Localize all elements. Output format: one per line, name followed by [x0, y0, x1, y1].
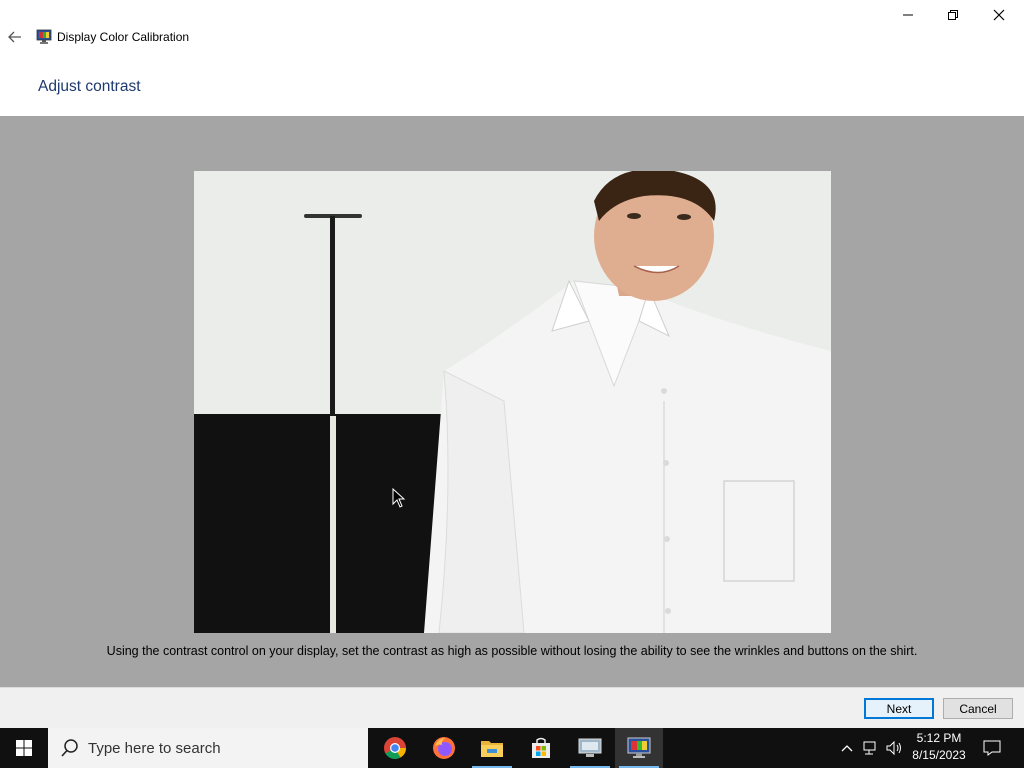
taskbar-search-box[interactable]: Type here to search — [48, 728, 368, 768]
search-placeholder: Type here to search — [88, 739, 221, 757]
volume-icon — [886, 740, 901, 756]
minimize-icon — [903, 14, 913, 16]
remote-desktop-icon — [578, 738, 602, 757]
taskbar-file-explorer[interactable] — [468, 728, 516, 768]
back-button[interactable] — [4, 26, 26, 48]
clock-date: 8/15/2023 — [912, 748, 966, 762]
page-heading: Adjust contrast — [38, 78, 141, 95]
taskbar-clock[interactable]: 5:12 PM 8/15/2023 — [908, 730, 970, 766]
notification-icon — [983, 740, 1001, 756]
taskbar-store[interactable] — [517, 728, 565, 768]
action-center-button[interactable] — [976, 728, 1008, 768]
windows-logo-icon — [16, 740, 32, 756]
taskbar-remote-desktop[interactable] — [566, 728, 614, 768]
taskbar-display-calibration[interactable] — [615, 728, 663, 768]
network-tray-button[interactable] — [860, 728, 882, 768]
instruction-text: Using the contrast control on your displ… — [106, 644, 918, 658]
network-icon — [863, 741, 876, 755]
next-button[interactable]: Next — [864, 698, 934, 719]
minimize-button[interactable] — [885, 0, 931, 30]
display-calibration-icon — [627, 737, 651, 758]
taskbar: Type here to search 5:12 PM 8/15/2023 — [0, 728, 1024, 768]
chevron-up-icon — [841, 745, 853, 752]
calibration-window: Display Color Calibration Adjust contras… — [0, 0, 1024, 728]
start-button[interactable] — [0, 728, 48, 768]
contrast-reference-image — [194, 171, 831, 633]
restore-icon — [948, 10, 958, 20]
chrome-icon — [384, 737, 406, 759]
store-icon — [532, 737, 550, 758]
window-title: Display Color Calibration — [57, 30, 190, 44]
volume-tray-button[interactable] — [884, 728, 906, 768]
taskbar-firefox[interactable] — [420, 728, 468, 768]
close-button[interactable] — [976, 0, 1022, 30]
firefox-icon — [433, 737, 455, 759]
taskbar-chrome[interactable] — [371, 728, 419, 768]
back-arrow-icon — [8, 31, 21, 43]
calibration-content: Using the contrast control on your displ… — [0, 116, 1024, 687]
search-icon — [61, 739, 78, 757]
clock-time: 5:12 PM — [916, 731, 962, 745]
title-bar: Display Color Calibration — [0, 0, 1024, 76]
folder-icon — [481, 741, 503, 757]
button-bar: Next Cancel — [0, 687, 1024, 728]
cancel-button[interactable]: Cancel — [943, 698, 1013, 719]
close-icon — [993, 9, 1005, 21]
maximize-button[interactable] — [930, 0, 976, 30]
display-calibration-icon — [36, 29, 52, 44]
show-hidden-icons-button[interactable] — [838, 728, 856, 768]
